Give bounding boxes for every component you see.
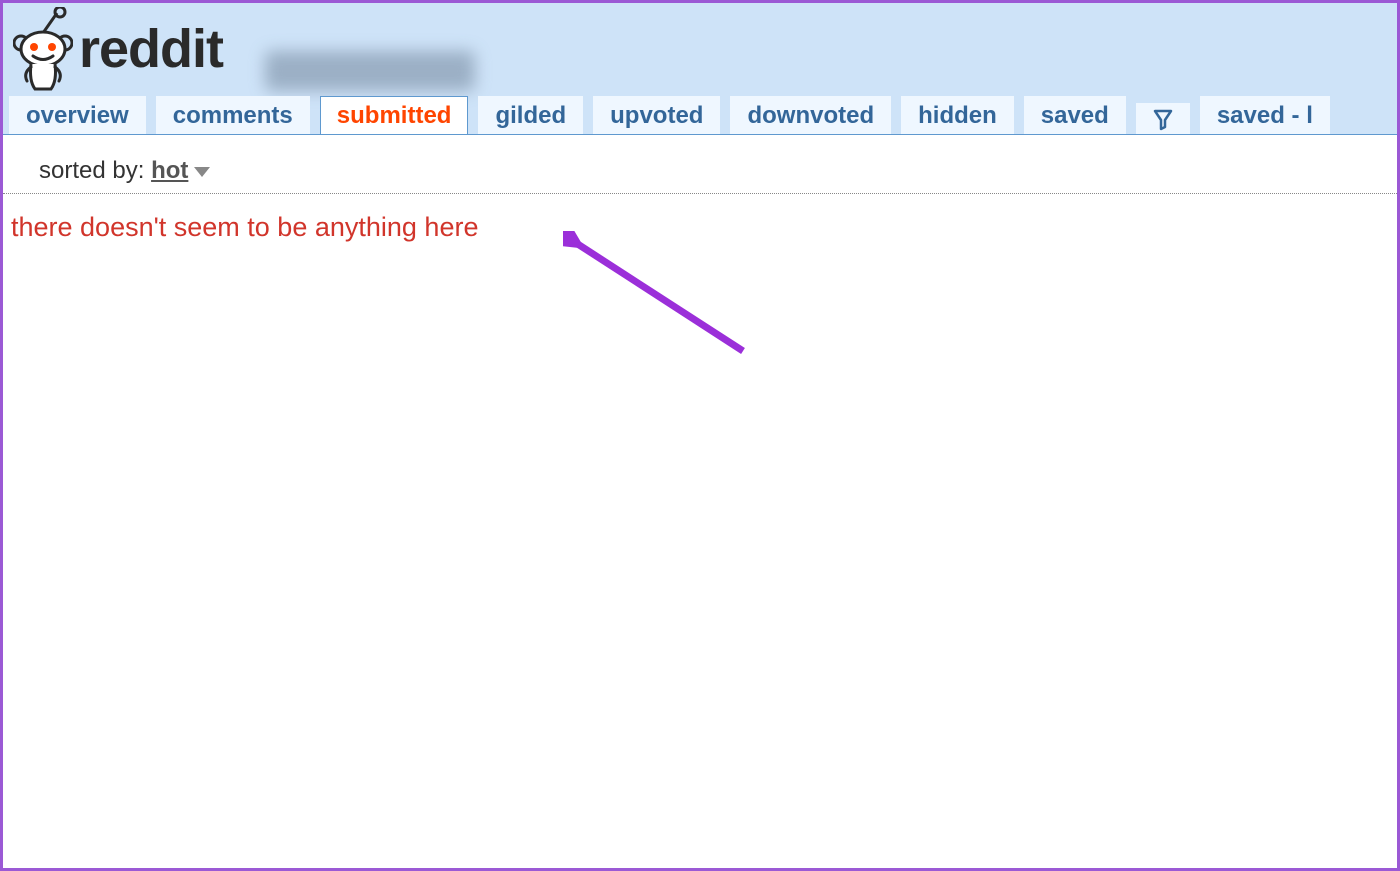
tab-overview[interactable]: overview: [9, 96, 146, 134]
sort-bar: sorted by: hot: [3, 135, 1397, 194]
tab-gilded[interactable]: gilded: [478, 96, 583, 134]
tab-submitted[interactable]: submitted: [320, 96, 469, 134]
sort-dropdown[interactable]: hot: [151, 157, 188, 184]
caret-down-icon: [194, 167, 210, 177]
page-frame: reddit overview comments submitted gilde…: [0, 0, 1400, 871]
logo[interactable]: reddit: [13, 7, 223, 91]
site-header: reddit overview comments submitted gilde…: [3, 3, 1397, 135]
sort-value: hot: [151, 157, 188, 184]
tab-upvoted[interactable]: upvoted: [593, 96, 720, 134]
filter-icon: [1151, 107, 1175, 131]
tab-hidden[interactable]: hidden: [901, 96, 1014, 134]
empty-state-message: there doesn't seem to be anything here: [3, 194, 1397, 243]
tab-filter[interactable]: [1136, 103, 1190, 134]
wordmark: reddit: [79, 18, 223, 80]
profile-tabs: overview comments submitted gilded upvot…: [9, 96, 1397, 134]
reddit-alien-icon: [13, 7, 73, 91]
tab-saved[interactable]: saved: [1024, 96, 1126, 134]
tab-comments[interactable]: comments: [156, 96, 310, 134]
username-redacted: [265, 51, 475, 91]
annotation-arrow-icon: [563, 231, 763, 371]
tab-downvoted[interactable]: downvoted: [730, 96, 891, 134]
sort-prefix: sorted by:: [39, 157, 151, 184]
tab-saved-links[interactable]: saved - l: [1200, 96, 1330, 134]
